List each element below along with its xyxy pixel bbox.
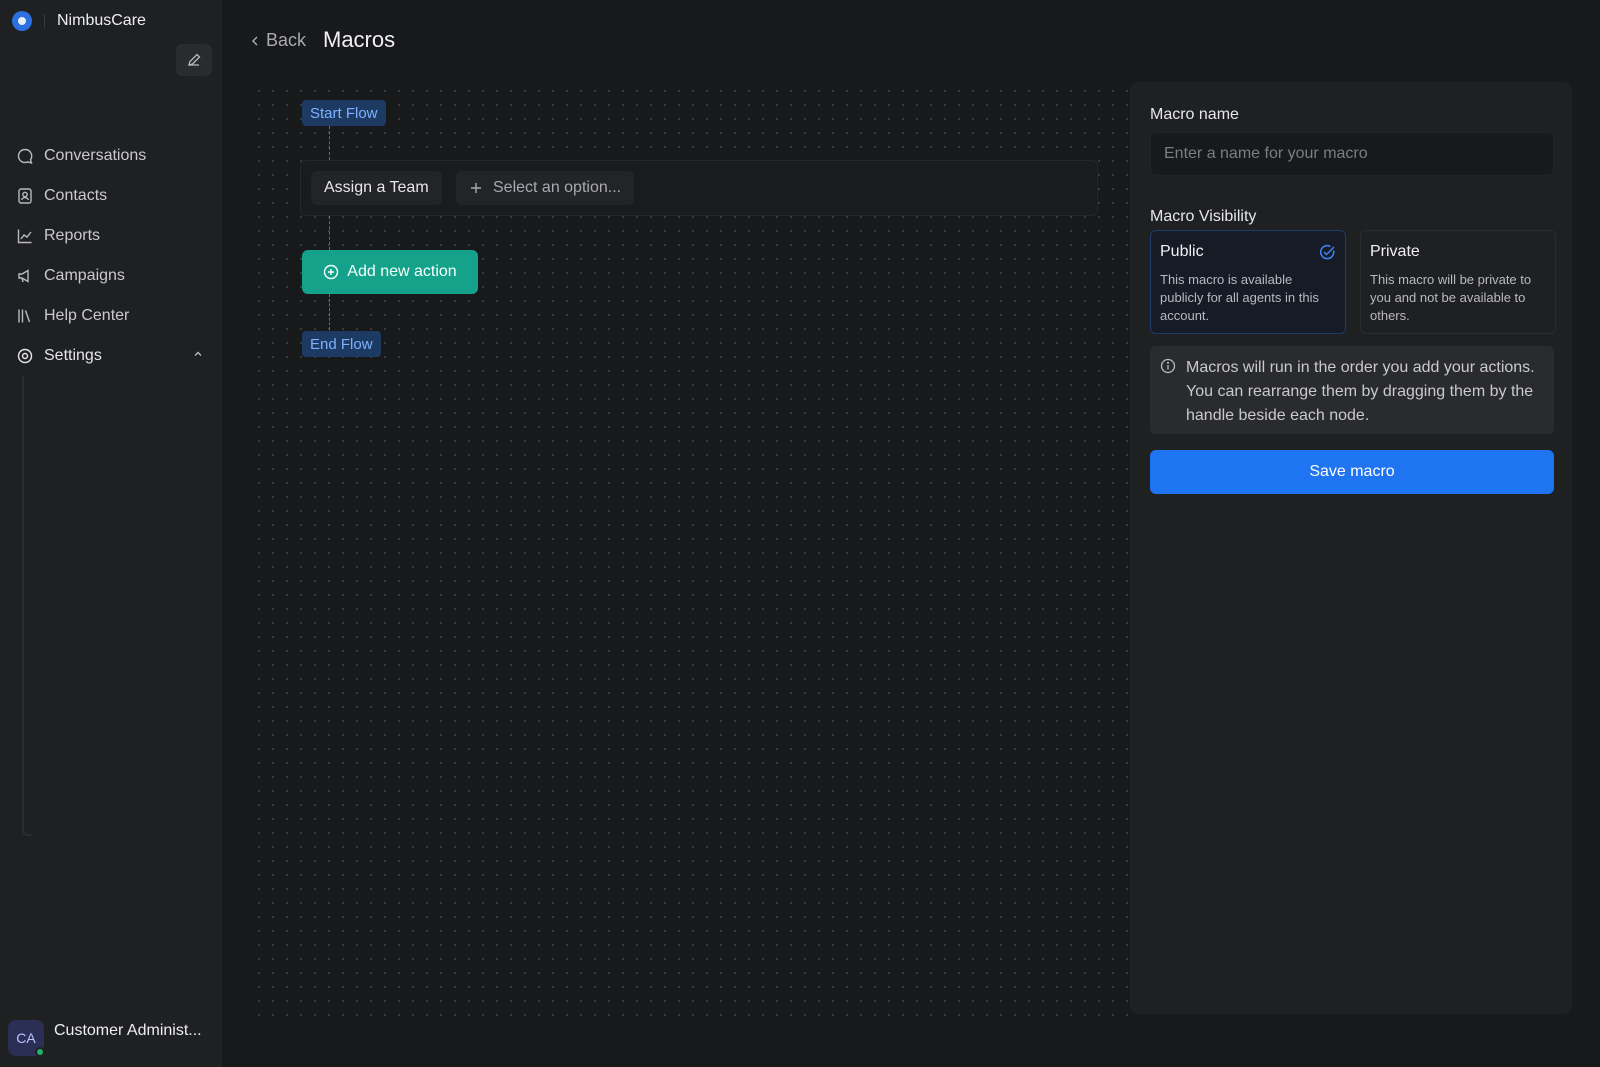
action-type-chip[interactable]: Assign a Team	[311, 171, 442, 205]
sidebar-item-help-center[interactable]: Help Center	[0, 296, 222, 336]
info-icon	[1160, 358, 1176, 382]
flow-connector	[329, 294, 330, 330]
chevron-up-icon[interactable]	[192, 347, 204, 365]
visibility-option-public[interactable]: Public This macro is available publicly …	[1150, 230, 1346, 334]
end-flow-node: End Flow	[302, 331, 381, 357]
visibility-option-title: Private	[1370, 243, 1420, 260]
gear-icon	[16, 347, 34, 365]
sidebar-item-campaigns[interactable]: Campaigns	[0, 256, 222, 296]
sidebar-item-label: Conversations	[44, 147, 147, 164]
check-circle-icon	[1318, 243, 1336, 266]
brand-logo-icon	[12, 11, 32, 31]
macro-name-label: Macro name	[1150, 106, 1239, 123]
select-placeholder: Select an option...	[493, 179, 622, 196]
visibility-option-description: This macro is available publicly for all…	[1160, 272, 1319, 323]
sidebar-item-contacts[interactable]: Contacts	[0, 176, 222, 216]
compose-button[interactable]	[176, 44, 212, 76]
info-text: Macros will run in the order you add you…	[1186, 359, 1535, 424]
library-icon	[16, 307, 34, 325]
sidebar-item-label: Settings	[44, 347, 102, 364]
macro-info-note: Macros will run in the order you add you…	[1150, 346, 1554, 434]
online-status-dot	[35, 1047, 45, 1057]
action-option-select[interactable]: Select an option...	[456, 171, 635, 205]
brand[interactable]: NimbusCare	[12, 10, 146, 32]
visibility-option-title: Public	[1160, 243, 1204, 260]
page-title: Macros	[323, 27, 396, 52]
action-node[interactable]: Assign a Team Select an option...	[300, 160, 1098, 216]
macro-name-input[interactable]	[1150, 132, 1554, 176]
flow-connector	[329, 216, 330, 250]
add-new-action-label: Add new action	[347, 263, 457, 280]
contact-card-icon	[16, 187, 34, 205]
sidebar-item-settings[interactable]: Settings	[0, 336, 222, 376]
plus-circle-icon	[323, 264, 339, 280]
macro-settings-panel: Macro name Macro Visibility Public This …	[1130, 82, 1572, 1014]
sidebar-item-reports[interactable]: Reports	[0, 216, 222, 256]
back-button[interactable]: Back	[248, 30, 306, 51]
macro-visibility-label: Macro Visibility	[1150, 208, 1257, 225]
sidebar-item-label: Campaigns	[44, 267, 125, 284]
add-new-action-button[interactable]: Add new action	[302, 250, 478, 294]
line-chart-icon	[16, 227, 34, 245]
sidebar: NimbusCare Conversations Contacts Report…	[0, 0, 222, 1067]
sidebar-item-label: Help Center	[44, 307, 130, 324]
avatar: CA	[8, 1020, 45, 1057]
profile-name: Customer Administ...	[54, 1022, 202, 1039]
chat-bubble-icon	[16, 147, 34, 165]
visibility-option-description: This macro will be private to you and no…	[1370, 272, 1532, 323]
flow-canvas[interactable]	[252, 84, 1130, 1019]
pencil-icon	[188, 53, 201, 66]
chevron-left-icon	[251, 35, 258, 46]
brand-divider	[44, 14, 45, 28]
sidebar-nav: Conversations Contacts Reports Campaigns…	[0, 136, 222, 376]
plus-icon	[471, 183, 481, 193]
sidebar-item-label: Contacts	[44, 187, 108, 204]
sidebar-item-conversations[interactable]: Conversations	[0, 136, 222, 176]
flow-connector	[329, 126, 330, 160]
start-flow-node: Start Flow	[302, 100, 386, 126]
visibility-option-private[interactable]: Private This macro will be private to yo…	[1360, 230, 1556, 334]
settings-submenu-guide	[22, 376, 32, 836]
avatar-initials: CA	[16, 1030, 36, 1046]
profile-menu[interactable]: CA Customer Administ...	[8, 1020, 202, 1057]
sidebar-item-label: Reports	[44, 227, 101, 244]
back-label: Back	[266, 30, 307, 50]
save-macro-button[interactable]: Save macro	[1150, 450, 1554, 494]
megaphone-icon	[16, 267, 34, 285]
app-name: NimbusCare	[57, 12, 146, 29]
